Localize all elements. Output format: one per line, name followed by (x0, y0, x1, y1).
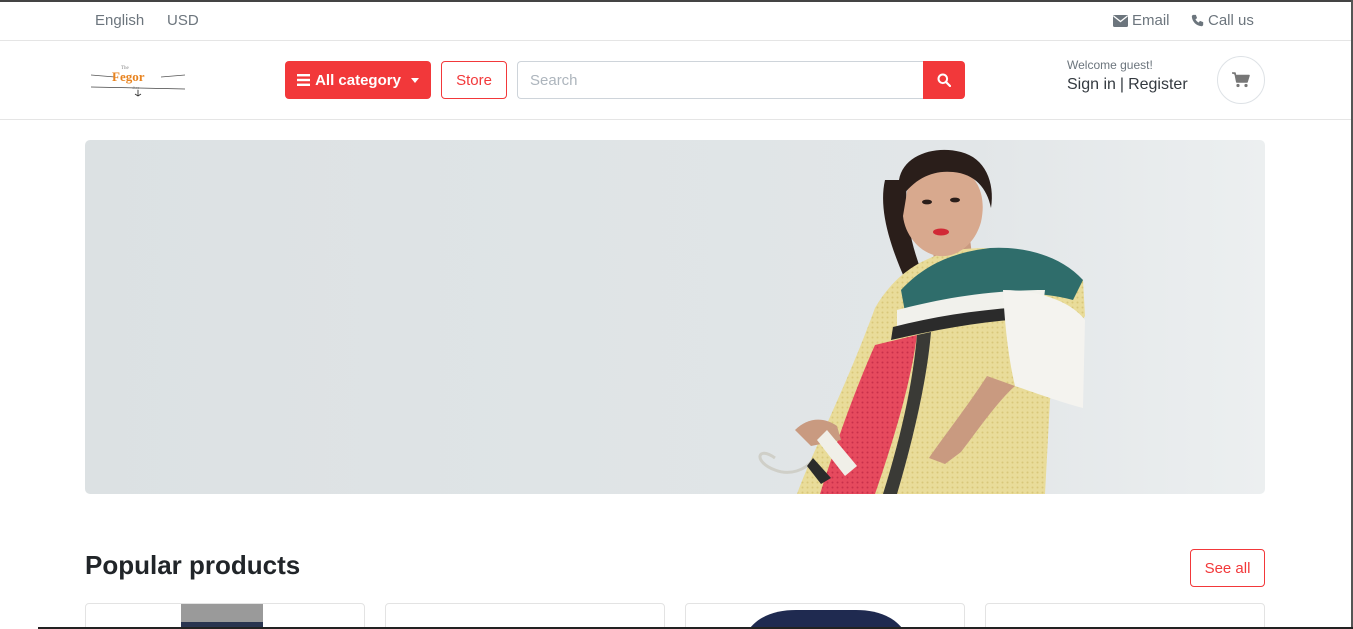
hero-banner[interactable] (85, 140, 1265, 494)
sign-in-link[interactable]: Sign in (1067, 76, 1116, 94)
fashion-model-image (758, 149, 1085, 494)
main-header: The Fegor shop All category Store Welcom… (0, 41, 1351, 120)
search-input[interactable] (517, 61, 923, 99)
cart-button[interactable] (1217, 56, 1265, 104)
all-category-label: All category (315, 71, 401, 89)
caret-down-icon (410, 77, 419, 83)
cart-icon (1232, 72, 1250, 88)
logo-text: Fegor (112, 69, 145, 84)
auth-separator: | (1119, 76, 1125, 93)
call-label: Call us (1208, 12, 1254, 29)
register-link[interactable]: Register (1128, 76, 1188, 94)
product-card[interactable] (85, 603, 365, 629)
svg-text:shop: shop (132, 85, 140, 90)
product-image (181, 604, 263, 629)
top-bar: English USD Email Call us (0, 2, 1351, 41)
call-link[interactable]: Call us (1191, 12, 1254, 29)
search-button[interactable] (923, 61, 965, 99)
email-link[interactable]: Email (1113, 12, 1170, 29)
product-card[interactable] (385, 603, 665, 629)
logo-graphic: The Fegor shop (90, 66, 186, 97)
auth-links: Sign in | Register (1067, 76, 1188, 94)
product-card[interactable] (685, 603, 965, 629)
section-title: Popular products (85, 550, 301, 580)
language-selector[interactable]: English (95, 12, 144, 29)
bars-icon (297, 74, 311, 86)
phone-icon (1191, 14, 1204, 27)
envelope-icon (1113, 14, 1128, 27)
search-icon (937, 73, 951, 87)
email-label: Email (1132, 12, 1170, 29)
welcome-text: Welcome guest! (1067, 58, 1153, 72)
store-button[interactable]: Store (441, 61, 507, 99)
see-all-button[interactable]: See all (1190, 549, 1265, 587)
currency-selector[interactable]: USD (167, 12, 199, 29)
all-category-button[interactable]: All category (285, 61, 431, 99)
site-logo[interactable]: The Fegor shop (89, 61, 187, 99)
product-card[interactable] (985, 603, 1265, 629)
product-image (749, 610, 903, 629)
